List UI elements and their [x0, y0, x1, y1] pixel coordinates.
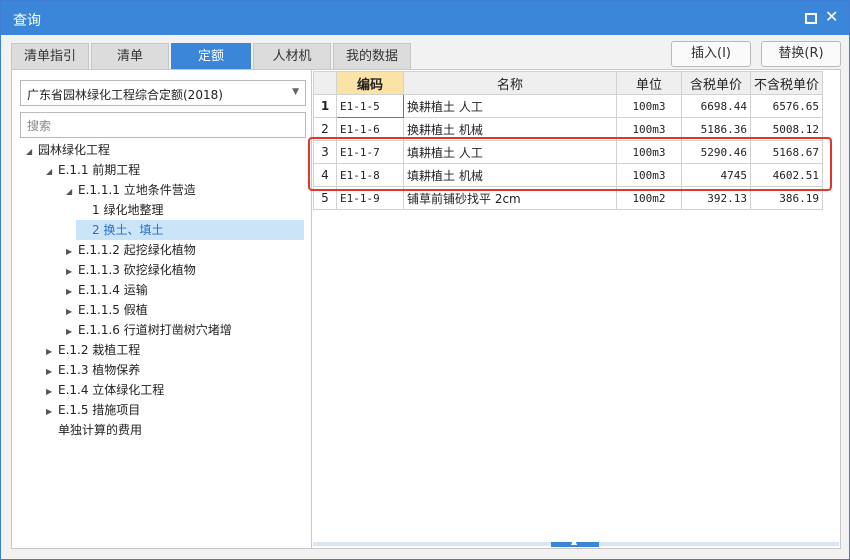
tree-toggle-icon[interactable]: ▶ — [46, 382, 58, 402]
tree-toggle-icon[interactable]: ▶ — [66, 302, 78, 322]
tree-toggle-icon[interactable]: ▶ — [46, 402, 58, 422]
tree-node-selected[interactable]: 2 换土、填土 — [76, 220, 304, 240]
row-number: 5 — [313, 186, 337, 210]
collapse-handle[interactable]: ▲ — [551, 537, 599, 547]
header-name[interactable]: 名称 — [403, 71, 617, 95]
chevron-down-icon: ▼ — [292, 87, 299, 97]
chevron-up-icon: ▲ — [571, 537, 578, 546]
tree-node[interactable]: ▶ E.1.1.3 砍挖绿化植物 — [66, 260, 196, 280]
cell-unit[interactable]: 100m3 — [616, 140, 682, 164]
tree-node[interactable]: ▶ E.1.1.5 假植 — [66, 300, 148, 320]
tree-toggle-icon[interactable]: ▶ — [46, 362, 58, 382]
replace-button[interactable]: 替换(R) — [761, 41, 841, 67]
title-bar: 查询 ✕ — [1, 1, 849, 35]
table-row[interactable]: 1 E1-1-5 换耕植土 人工 100m3 6698.44 6576.65 — [313, 94, 824, 118]
header-unit[interactable]: 单位 — [616, 71, 682, 95]
left-panel: 广东省园林绿化工程综合定额(2018) ▼ ◢园林绿化工程 ◢E.1.1 前期工… — [11, 69, 313, 549]
search-box[interactable] — [20, 112, 306, 138]
cell-name[interactable]: 填耕植土 机械 — [403, 163, 617, 187]
cell-name[interactable]: 换耕植土 人工 — [403, 94, 617, 118]
cell-name[interactable]: 换耕植土 机械 — [403, 117, 617, 141]
tree-node[interactable]: ▶ E.1.1.4 运输 — [66, 280, 148, 300]
tree-node[interactable]: 1 绿化地整理 — [92, 200, 163, 220]
tree-node[interactable]: 单独计算的费用 — [58, 420, 142, 440]
cell-code[interactable]: E1-1-7 — [336, 140, 404, 164]
tab-list-guide[interactable]: 清单指引 — [11, 43, 89, 70]
insert-button[interactable]: 插入(I) — [671, 41, 751, 67]
cell-name[interactable]: 铺草前铺砂找平 2cm — [403, 186, 617, 210]
close-icon[interactable]: ✕ — [825, 7, 838, 26]
tree-node[interactable]: ▶ E.1.1.2 起挖绿化植物 — [66, 240, 196, 260]
cell-code[interactable]: E1-1-8 — [336, 163, 404, 187]
cell-unit[interactable]: 100m3 — [616, 163, 682, 187]
query-window: 查询 ✕ 清单指引 清单 定额 人材机 我的数据 插入(I) 替换(R) 广东省… — [0, 0, 850, 560]
tab-labor-material[interactable]: 人材机 — [253, 43, 331, 70]
window-title: 查询 — [13, 13, 41, 29]
table-header-row: 编码 名称 单位 含税单价 不含税单价 — [313, 71, 824, 95]
tree-toggle-icon[interactable]: ▶ — [66, 282, 78, 302]
tree-node[interactable]: ▶ E.1.1.6 行道树打凿树穴堵增 — [66, 320, 232, 340]
cell-price-notax[interactable]: 6576.65 — [749, 94, 824, 118]
tab-quota[interactable]: 定额 — [171, 43, 251, 70]
tree-toggle-icon[interactable]: ▶ — [66, 262, 78, 282]
tree-node[interactable]: ▶ E.1.2 栽植工程 — [46, 340, 140, 360]
table-row[interactable]: 5 E1-1-9 铺草前铺砂找平 2cm 100m2 392.13 386.19 — [313, 186, 824, 210]
tab-my-data[interactable]: 我的数据 — [333, 43, 411, 70]
tree-node[interactable]: ▶ E.1.3 植物保养 — [46, 360, 140, 380]
table-row[interactable]: 4 E1-1-8 填耕植土 机械 100m3 4745 4602.51 — [313, 163, 824, 187]
header-price-notax[interactable]: 不含税单价 — [749, 71, 824, 95]
cell-unit[interactable]: 100m2 — [616, 186, 682, 210]
cell-price-tax[interactable]: 5186.36 — [681, 117, 751, 141]
header-price-tax[interactable]: 含税单价 — [681, 71, 751, 95]
header-code[interactable]: 编码 — [336, 71, 404, 95]
row-number-header — [313, 71, 337, 95]
tree-toggle-icon[interactable]: ▶ — [46, 342, 58, 362]
row-number: 4 — [313, 163, 337, 187]
cell-name[interactable]: 填耕植土 人工 — [403, 140, 617, 164]
tree-node[interactable]: ◢ E.1.1 前期工程 — [46, 160, 140, 180]
cell-code[interactable]: E1-1-9 — [336, 186, 404, 210]
cell-code[interactable]: E1-1-6 — [336, 117, 404, 141]
tree-toggle-icon[interactable]: ◢ — [66, 182, 78, 202]
tree-toggle-icon[interactable]: ▶ — [66, 242, 78, 262]
quota-library-value: 广东省园林绿化工程综合定额(2018) — [27, 88, 223, 102]
search-input[interactable] — [25, 115, 299, 137]
tree-toggle-icon[interactable]: ◢ — [46, 162, 58, 182]
cell-price-tax[interactable]: 5290.46 — [681, 140, 751, 164]
tree-toggle-icon[interactable]: ◢ — [26, 142, 38, 162]
cell-price-tax[interactable]: 392.13 — [681, 186, 751, 210]
tree-toggle-icon[interactable]: ▶ — [66, 322, 78, 342]
row-number: 1 — [313, 94, 337, 118]
tree-node[interactable]: ▶ E.1.5 措施项目 — [46, 400, 140, 420]
cell-price-tax[interactable]: 4745 — [681, 163, 751, 187]
tree-node[interactable]: ▶ E.1.4 立体绿化工程 — [46, 380, 164, 400]
cell-price-notax[interactable]: 4602.51 — [749, 163, 824, 187]
result-panel: 编码 名称 单位 含税单价 不含税单价 1 E1-1-5 换耕植土 人工 100… — [311, 69, 841, 549]
tree-node[interactable]: ◢ 园林绿化工程 — [26, 140, 110, 160]
table-row[interactable]: 2 E1-1-6 换耕植土 机械 100m3 5186.36 5008.12 — [313, 117, 824, 141]
cell-unit[interactable]: 100m3 — [616, 94, 682, 118]
cell-price-notax[interactable]: 5008.12 — [749, 117, 824, 141]
quota-library-select[interactable]: 广东省园林绿化工程综合定额(2018) ▼ — [20, 80, 306, 106]
row-number: 3 — [313, 140, 337, 164]
tab-list[interactable]: 清单 — [91, 43, 169, 70]
cell-code[interactable]: E1-1-5 — [336, 94, 404, 118]
cell-price-tax[interactable]: 6698.44 — [681, 94, 751, 118]
row-number: 2 — [313, 117, 337, 141]
table-row[interactable]: 3 E1-1-7 填耕植土 人工 100m3 5290.46 5168.67 — [313, 140, 824, 164]
tree-node[interactable]: ◢ E.1.1.1 立地条件营造 — [66, 180, 196, 200]
maximize-icon[interactable] — [805, 13, 817, 24]
cell-price-notax[interactable]: 386.19 — [749, 186, 824, 210]
cell-unit[interactable]: 100m3 — [616, 117, 682, 141]
quota-table: 编码 名称 单位 含税单价 不含税单价 1 E1-1-5 换耕植土 人工 100… — [313, 71, 824, 210]
cell-price-notax[interactable]: 5168.67 — [749, 140, 824, 164]
